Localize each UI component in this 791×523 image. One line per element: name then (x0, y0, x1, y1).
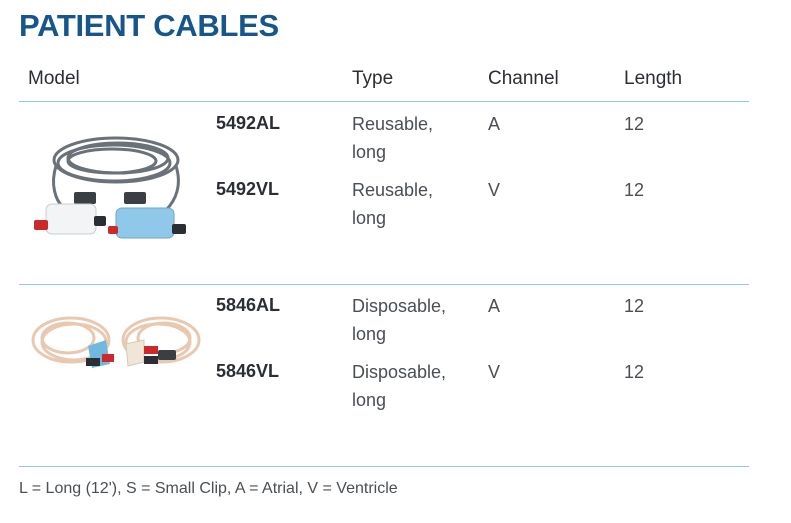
type-line: long (352, 142, 387, 162)
group-divider (19, 284, 749, 285)
channel-cell: A (488, 114, 501, 134)
legend-footnote: L = Long (12'), S = Small Clip, A = Atri… (19, 480, 398, 497)
disposable-cable-photo (31, 316, 201, 368)
header-model: Model (28, 68, 80, 89)
length-cell: 12 (624, 296, 645, 316)
type-cell: Reusable, long (352, 176, 433, 232)
header-channel: Channel (488, 68, 559, 89)
length-cell: 12 (624, 362, 645, 382)
type-line: long (352, 324, 387, 344)
type-cell: Disposable, long (352, 292, 446, 348)
header-length: Length (624, 68, 683, 89)
length-cell: 12 (624, 114, 645, 134)
type-cell: Disposable, long (352, 358, 446, 414)
model-5846AL: 5846AL (216, 295, 281, 315)
reusable-cable-photo (34, 136, 186, 239)
model-5492VL: 5492VL (216, 179, 280, 199)
model-5492AL: 5492AL (216, 113, 281, 133)
type-line: Reusable, (352, 114, 434, 134)
channel-cell: V (488, 362, 501, 382)
type-cell: Reusable, long (352, 110, 433, 166)
type-line: Disposable, (352, 296, 447, 316)
channel-cell: V (488, 180, 501, 200)
length-cell: 12 (624, 180, 645, 200)
type-line: Reusable, (352, 180, 434, 200)
header-type: Type (352, 68, 394, 89)
header-divider (19, 101, 749, 102)
channel-cell: A (488, 296, 501, 316)
model-5846VL: 5846VL (216, 361, 280, 381)
type-line: long (352, 208, 387, 228)
footer-divider (19, 466, 749, 467)
page-title: PATIENT CABLES (19, 8, 279, 43)
type-line: long (352, 390, 387, 410)
type-line: Disposable, (352, 362, 447, 382)
